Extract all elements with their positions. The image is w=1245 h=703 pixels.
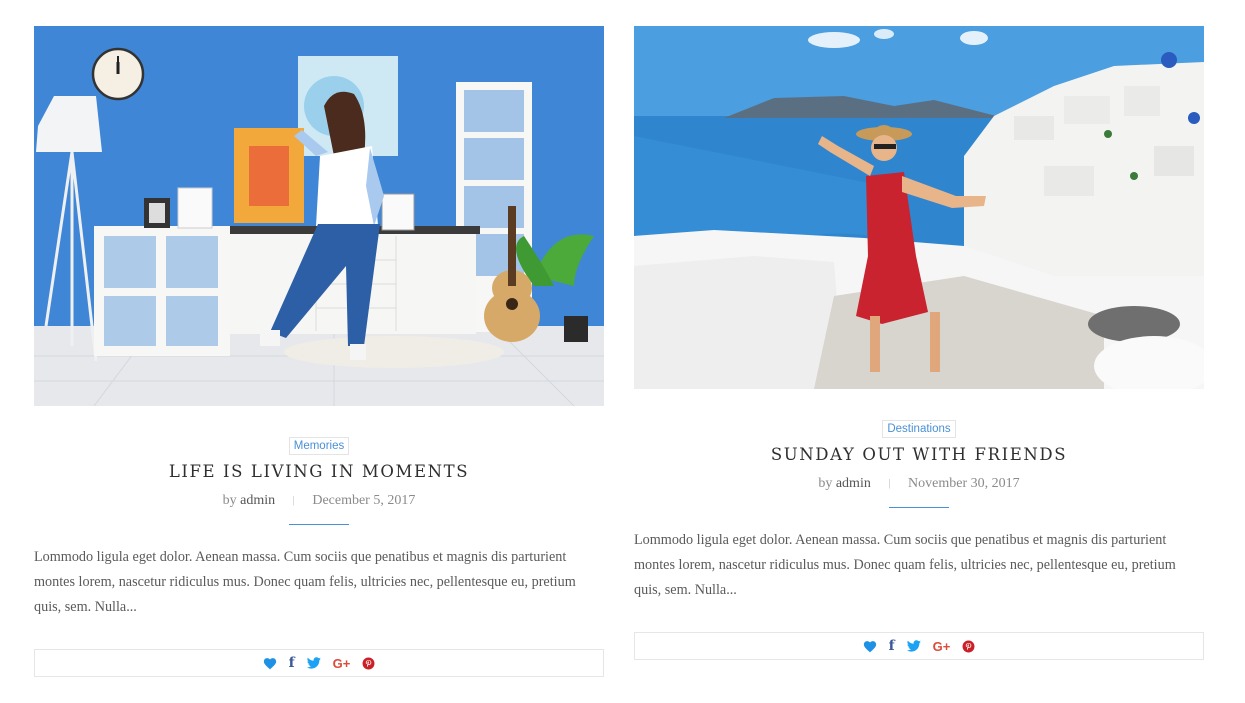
google-plus-icon[interactable]: G+ xyxy=(933,638,951,654)
twitter-icon[interactable] xyxy=(306,655,321,671)
post-title[interactable]: LIFE IS LIVING IN MOMENTS xyxy=(34,460,604,484)
post-card: Destinations SUNDAY OUT WITH FRIENDS by … xyxy=(634,26,1204,660)
facebook-icon[interactable]: f xyxy=(289,655,295,671)
post-excerpt: Lommodo ligula eget dolor. Aenean massa.… xyxy=(34,549,576,615)
facebook-icon[interactable]: f xyxy=(889,638,895,654)
post-thumbnail[interactable] xyxy=(34,26,604,406)
pinterest-icon[interactable] xyxy=(962,638,975,654)
post-meta: by admin | November 30, 2017 xyxy=(634,475,1204,493)
title-divider xyxy=(889,507,949,508)
category-tag[interactable]: Memories xyxy=(288,437,350,455)
category-wrapper: Destinations xyxy=(634,417,1204,438)
post-date[interactable]: December 5, 2017 xyxy=(312,493,415,508)
post-card: Memories LIFE IS LIVING IN MOMENTS by ad… xyxy=(34,26,604,677)
meta-separator: | xyxy=(292,494,295,506)
category-wrapper: Memories xyxy=(34,434,604,455)
google-plus-icon[interactable]: G+ xyxy=(333,655,351,671)
category-tag[interactable]: Destinations xyxy=(882,420,956,438)
share-bar: f G+ xyxy=(634,632,1204,660)
heart-icon[interactable] xyxy=(263,655,277,671)
twitter-icon[interactable] xyxy=(906,638,921,654)
meta-separator: | xyxy=(888,477,891,489)
share-bar: f G+ xyxy=(34,649,604,677)
author-link[interactable]: admin xyxy=(240,493,275,508)
post-excerpt: Lommodo ligula eget dolor. Aenean massa.… xyxy=(634,532,1176,598)
post-date[interactable]: November 30, 2017 xyxy=(908,476,1020,491)
title-divider xyxy=(289,524,349,525)
pinterest-icon[interactable] xyxy=(362,655,375,671)
author-link[interactable]: admin xyxy=(836,476,871,491)
post-image-santorini xyxy=(634,26,1204,389)
heart-icon[interactable] xyxy=(863,638,877,654)
post-meta: by admin | December 5, 2017 xyxy=(34,492,604,510)
by-label: by xyxy=(222,493,237,508)
post-thumbnail[interactable] xyxy=(634,26,1204,389)
post-image-living-room xyxy=(34,26,604,406)
post-title[interactable]: SUNDAY OUT WITH FRIENDS xyxy=(634,443,1204,467)
by-label: by xyxy=(818,476,833,491)
blog-post-grid: Memories LIFE IS LIVING IN MOMENTS by ad… xyxy=(0,0,1245,703)
